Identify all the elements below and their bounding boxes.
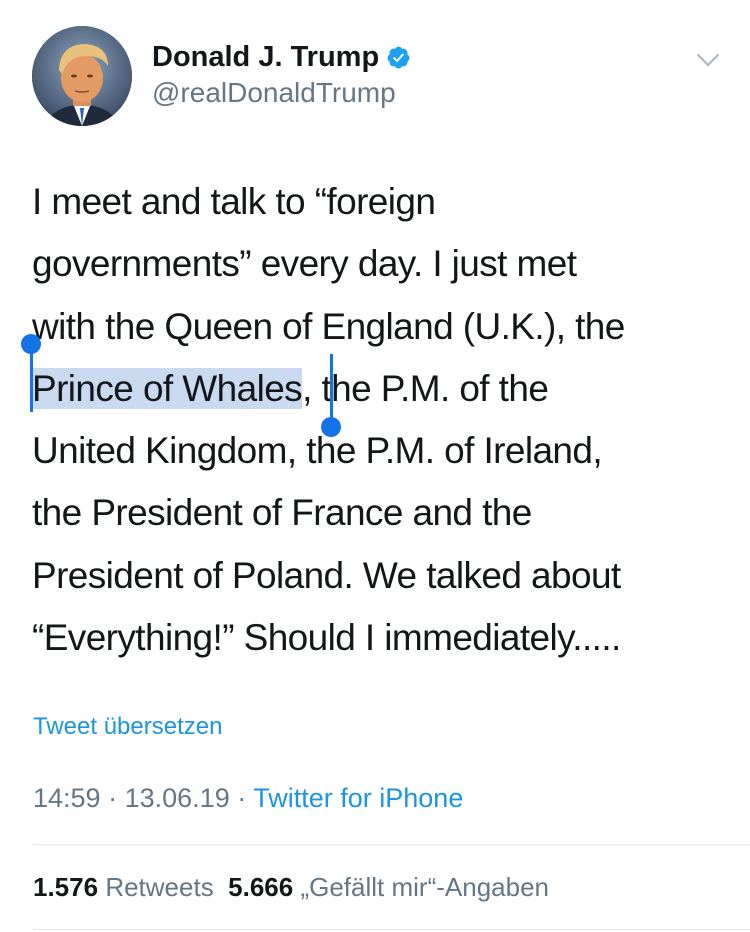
avatar[interactable]: [32, 26, 132, 126]
tweet-line: the President of France and the: [32, 492, 532, 534]
tweet-line: I meet and talk to “foreign: [32, 181, 436, 222]
likes-count: 5.666: [228, 872, 294, 902]
tweet-line-rest: , the P.M. of the: [302, 367, 549, 409]
likes-stat[interactable]: 5.666 „Gefällt mir“-Angaben: [228, 872, 549, 902]
selection-start-bar: [30, 346, 33, 412]
tweet-line: United Kingdom, the P.M. of Ireland,: [32, 430, 603, 472]
retweets-stat[interactable]: 1.576 Retweets: [33, 872, 214, 902]
retweets-label: Retweets: [105, 872, 214, 902]
text-selection[interactable]: Prince of Whales: [32, 367, 303, 409]
verified-badge-icon: [387, 46, 410, 68]
likes-label: „Gefällt mir“-Angaben: [300, 872, 550, 902]
meta-separator: ·: [237, 783, 247, 813]
author-name[interactable]: Donald J. Trump: [152, 40, 379, 74]
tweet-stats: 1.576 Retweets 5.666 „Gefällt mir“-Angab…: [33, 870, 549, 904]
meta-separator: ·: [108, 783, 118, 813]
avatar-photo: [32, 26, 132, 126]
tweet-line: with the Queen of England (U.K.), the: [32, 305, 625, 347]
tweet-meta: 14:59 · 13.06.19 · Twitter for iPhone: [33, 781, 463, 815]
tweet-line: President of Poland. We talked about: [32, 554, 621, 596]
tweet-date[interactable]: 13.06.19: [125, 783, 230, 813]
tweet-line: governments” every day. I just met: [32, 243, 577, 285]
selection-end-bar: [330, 354, 333, 420]
tweet-text: I meet and talk to “foreign governments”…: [32, 171, 732, 669]
divider: [33, 844, 750, 845]
tweet-line: “Everything!” Should I immediately.....: [32, 617, 621, 659]
retweets-count: 1.576: [33, 872, 99, 902]
tweet-time[interactable]: 14:59: [33, 783, 101, 813]
chevron-down-icon[interactable]: [694, 48, 722, 72]
tweet-line: Prince of Whales, the P.M. of the: [32, 358, 732, 420]
translate-tweet-link[interactable]: Tweet übersetzen: [33, 712, 222, 742]
author-handle[interactable]: @realDonaldTrump: [152, 76, 396, 110]
selection-end-handle[interactable]: [321, 417, 341, 437]
tweet-source-link[interactable]: Twitter for iPhone: [253, 783, 463, 813]
divider: [33, 929, 750, 930]
